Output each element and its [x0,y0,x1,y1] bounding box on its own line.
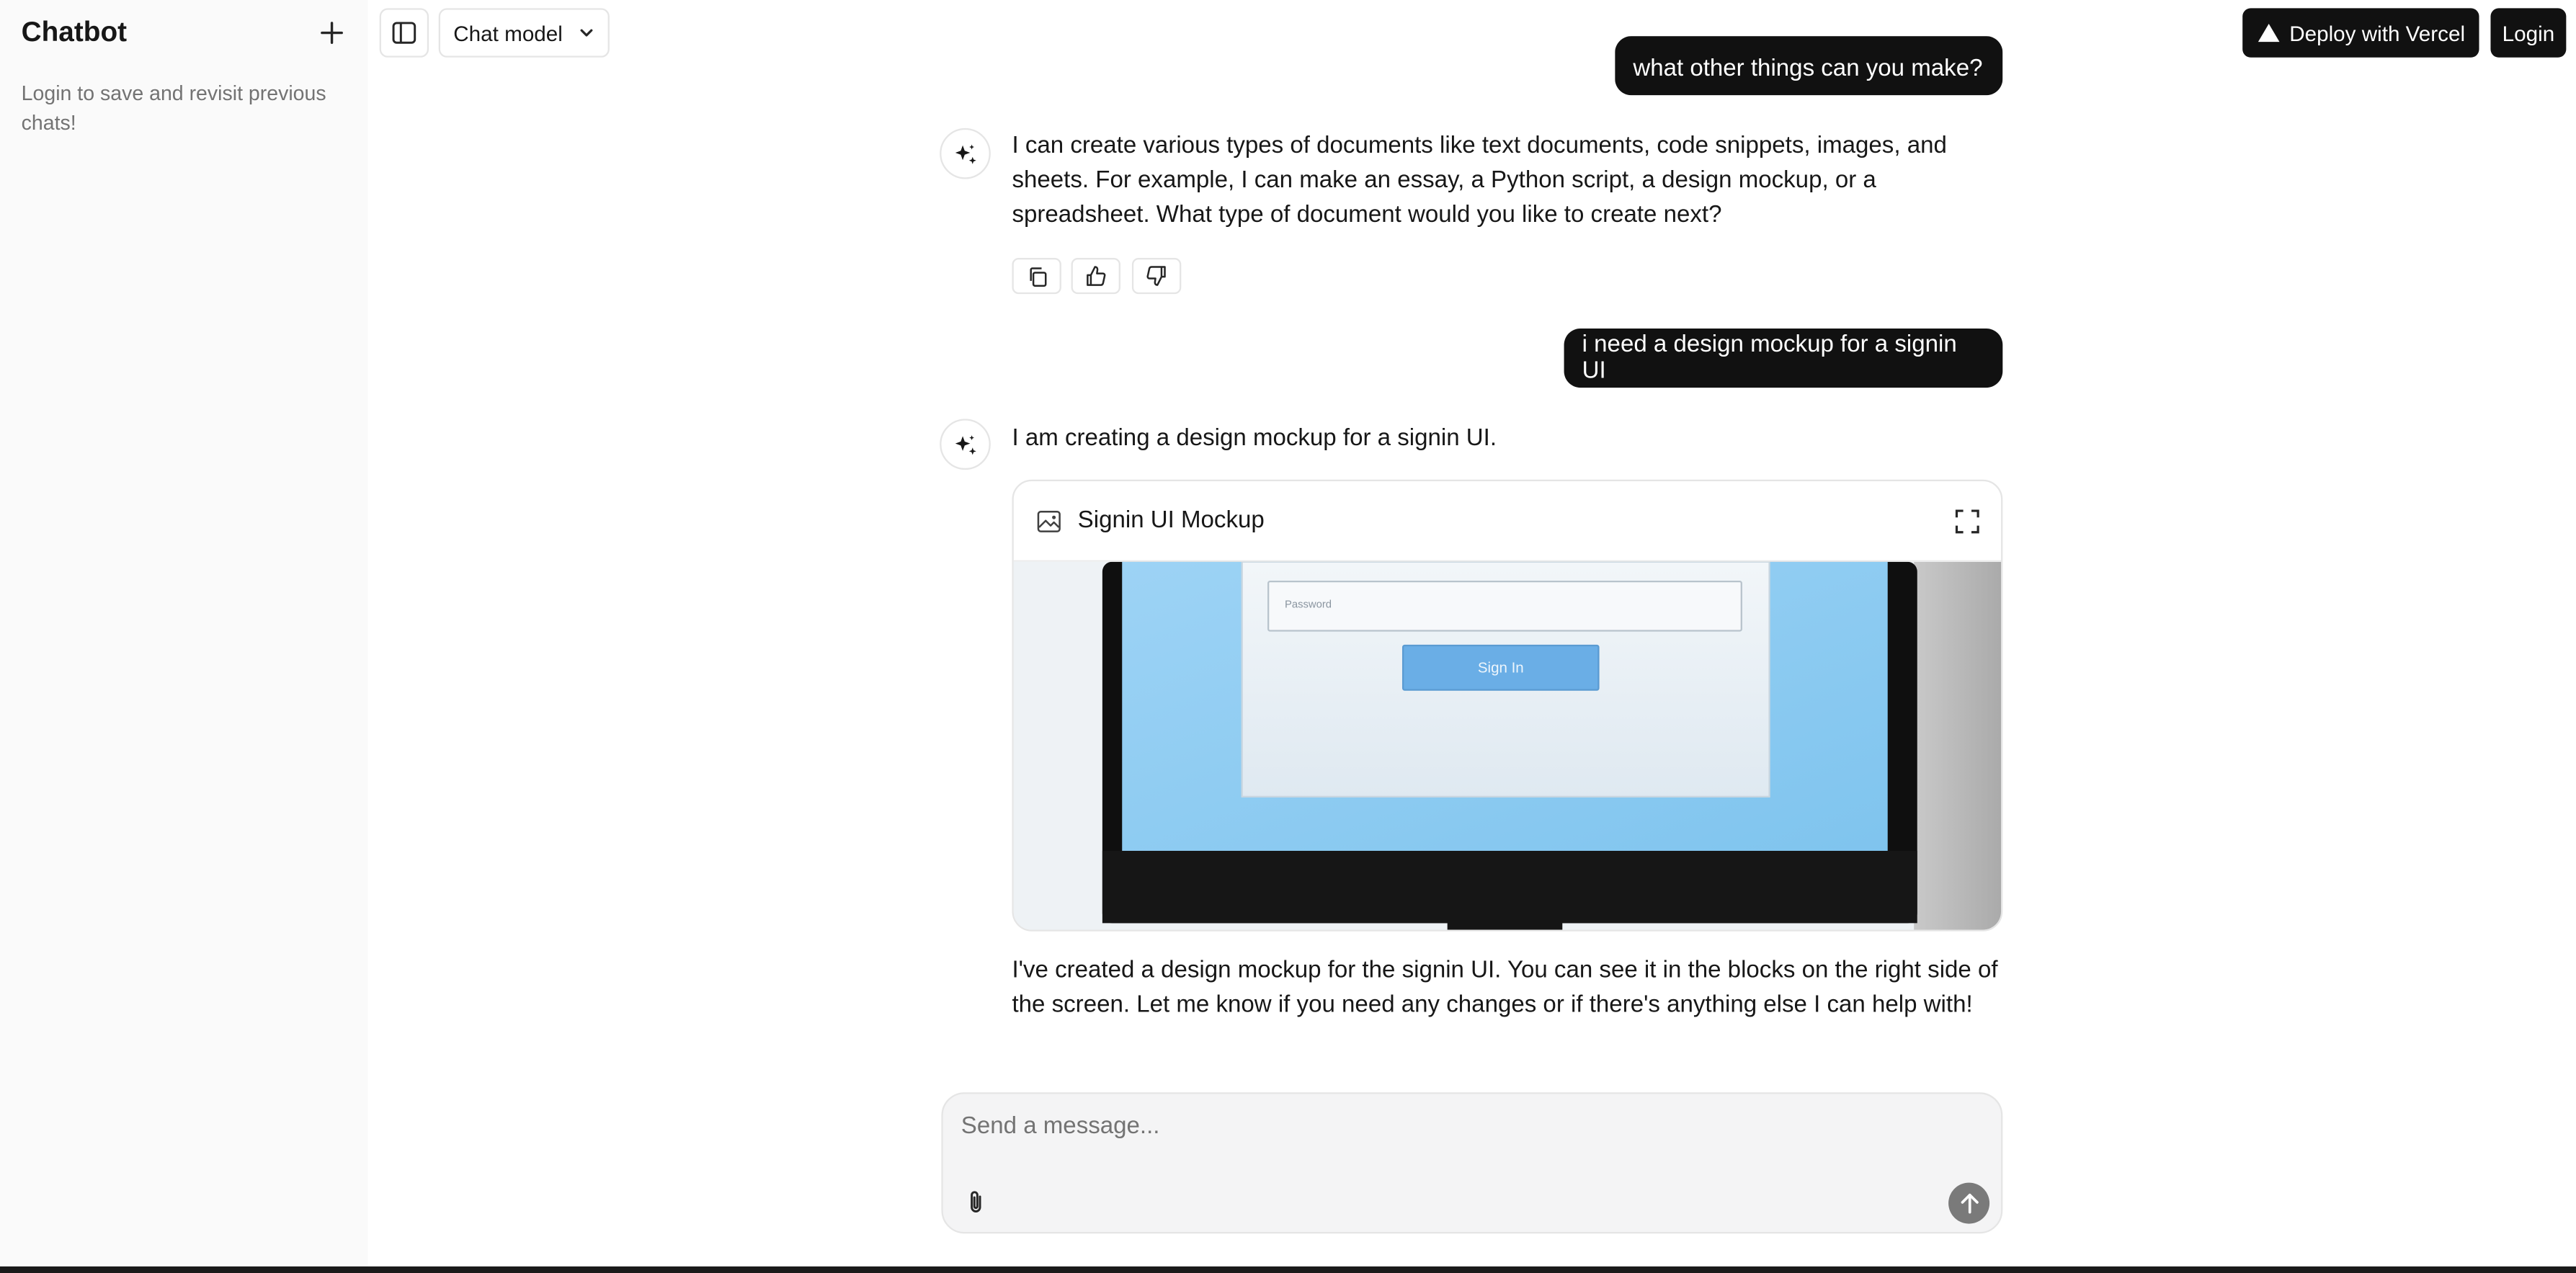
user-message-text: i need a design mockup for a signin UI [1582,331,1957,385]
sparkles-icon [954,143,976,164]
document-preview-card[interactable]: Signin UI Mockup Password Sign In [1012,479,2003,932]
sidebar-title[interactable]: Chatbot [22,17,127,50]
downvote-button[interactable] [1131,257,1182,295]
assistant-avatar [940,128,991,179]
document-title: Signin UI Mockup [1077,507,1265,534]
chevron-down-icon [580,29,593,37]
fullscreen-icon[interactable] [1955,509,1979,534]
deploy-label: Deploy with Vercel [2289,20,2466,45]
deploy-with-vercel-button[interactable]: Deploy with Vercel [2242,8,2479,58]
sparkles-icon [954,434,976,455]
user-message-text: what other things can you make? [1633,55,1983,82]
new-chat-button[interactable] [316,17,349,50]
message-composer [941,1092,2003,1234]
assistant-message: I can create various types of documents … [1012,133,1947,228]
document-mockup-image: Password Sign In [1013,561,2002,930]
mockup-signin-button: Sign In [1478,660,1524,676]
upvote-button[interactable] [1071,257,1120,295]
mockup-photo: Password Sign In [1013,561,2002,930]
model-select-dropdown[interactable]: Chat model [438,8,610,58]
assistant-message: I am creating a design mockup for a sign… [1012,425,1497,452]
copy-button[interactable] [1012,257,1061,295]
document-header: Signin UI Mockup [1013,481,2002,562]
paperclip-icon [971,1191,981,1212]
app-window: Chatbot Login to save and revisit previo… [0,0,2576,1273]
plus-icon [321,22,343,44]
model-select-label: Chat model [453,20,563,45]
user-message: what other things can you make? [1615,36,2003,96]
sidebar-login-note: Login to save and revisit previous chats… [21,82,326,134]
vercel-triangle-icon [2257,24,2279,43]
attach-file-button[interactable] [960,1186,993,1219]
send-button[interactable] [1948,1182,1990,1224]
thumbs-down-icon [1146,266,1166,286]
login-button[interactable]: Login [2490,8,2567,58]
thumbs-up-icon [1087,266,1106,286]
user-message: i need a design mockup for a signin UI [1564,329,2003,388]
assistant-avatar [940,419,991,470]
sidebar-toggle-icon [392,22,416,44]
arrow-up-icon [1960,1193,1978,1214]
image-icon [1037,510,1061,532]
window-bottom-edge [0,1266,2576,1273]
toggle-sidebar-button[interactable] [379,8,429,58]
assistant-message: I've created a design mockup for the sig… [1012,957,1998,1019]
copy-icon [1029,267,1046,286]
mockup-field-placeholder: Password [1285,599,1332,611]
sidebar: Chatbot Login to save and revisit previo… [0,0,368,1273]
message-input[interactable] [961,1109,1947,1145]
